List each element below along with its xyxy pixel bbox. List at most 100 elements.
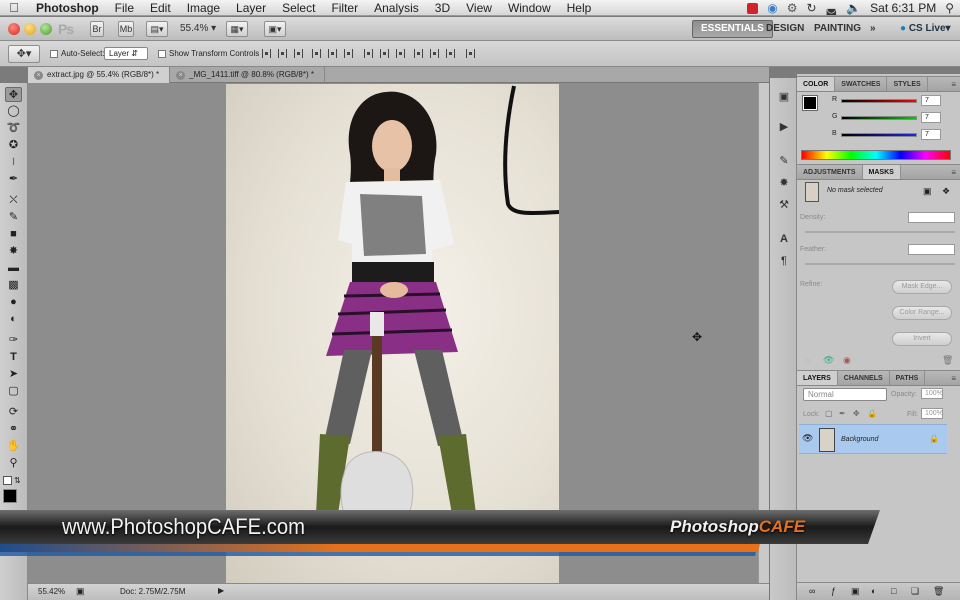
distribute-vcenter-icon[interactable] <box>380 49 389 58</box>
tab-channels[interactable]: CHANNELS <box>838 371 890 385</box>
menu-app-name[interactable]: Photoshop <box>28 1 107 15</box>
menu-edit[interactable]: Edit <box>142 1 179 15</box>
tab-styles[interactable]: STYLES <box>887 77 928 91</box>
distribute-hcenter-icon[interactable] <box>430 49 439 58</box>
menu-window[interactable]: Window <box>500 1 559 15</box>
fill-input[interactable]: 100% <box>921 408 943 419</box>
link-layers-icon[interactable]: ∞ <box>809 586 815 596</box>
panel-menu-icon[interactable]: ≡ <box>951 80 956 89</box>
tab-swatches[interactable]: SWATCHES <box>835 77 888 91</box>
align-bottom-icon[interactable] <box>294 49 303 58</box>
distribute-right-icon[interactable] <box>446 49 455 58</box>
channel-g-slider[interactable] <box>841 116 917 120</box>
lock-image-icon[interactable]: ✒ <box>839 409 846 418</box>
panel-menu-icon[interactable]: ≡ <box>951 374 956 383</box>
workspace-more[interactable]: » <box>862 20 884 38</box>
history-brush-tool-icon[interactable]: ✸ <box>5 244 22 259</box>
menu-view[interactable]: View <box>458 1 500 15</box>
mask-edge-button[interactable]: Mask Edge... <box>892 280 952 294</box>
view-extras-button[interactable]: ▤▾ <box>146 21 168 37</box>
clone-source-panel-icon[interactable]: ✸ <box>777 176 791 190</box>
align-right-icon[interactable] <box>344 49 353 58</box>
lock-all-icon[interactable]: 🔒 <box>867 409 877 418</box>
menu-layer[interactable]: Layer <box>228 1 274 15</box>
status-info-icon[interactable]: ▣ <box>76 586 85 597</box>
pen-tool-icon[interactable]: ✑ <box>5 333 22 348</box>
delete-layer-icon[interactable]: 🗑 <box>933 586 944 597</box>
auto-select-target-select[interactable]: Layer ⇵ <box>104 47 148 60</box>
apply-mask-icon[interactable]: ◉ <box>843 355 851 366</box>
density-slider[interactable] <box>805 231 955 233</box>
zoom-level-select[interactable]: 55.4% ▾ <box>180 23 216 34</box>
show-transform-checkbox[interactable]: Show Transform Controls <box>158 49 259 58</box>
quick-selection-tool-icon[interactable]: ✪ <box>5 138 22 153</box>
color-range-button[interactable]: Color Range... <box>892 306 952 320</box>
pixel-mask-icon[interactable]: ▣ <box>923 186 932 197</box>
zoom-window-button[interactable] <box>40 23 52 35</box>
layer-row-background[interactable]: 👁 Background 🔒 <box>799 424 947 454</box>
channel-b-input[interactable]: 7 <box>921 129 941 140</box>
workspace-painting[interactable]: PAINTING <box>806 20 869 38</box>
crop-tool-icon[interactable]: ⧘ <box>5 155 22 170</box>
tab-layers[interactable]: LAYERS <box>797 371 838 385</box>
3d-rotate-tool-icon[interactable]: ⟳ <box>5 405 22 420</box>
marquee-tool-icon[interactable]: ◯ <box>5 104 22 119</box>
clock[interactable]: Sat 6:31 PM <box>870 1 936 15</box>
type-tool-icon[interactable]: T <box>5 350 22 365</box>
history-panel-icon[interactable]: ▣ <box>777 90 791 104</box>
volume-icon[interactable]: 🔈 <box>846 1 861 15</box>
lasso-tool-icon[interactable]: ➰ <box>5 121 22 136</box>
new-group-icon[interactable]: □ <box>891 586 896 596</box>
actions-panel-icon[interactable]: ▶ <box>777 120 791 134</box>
character-panel-icon[interactable]: A <box>777 232 791 246</box>
menu-filter[interactable]: Filter <box>323 1 366 15</box>
panel-menu-icon[interactable]: ≡ <box>951 168 956 177</box>
rectangle-tool-icon[interactable]: ▢ <box>5 384 22 399</box>
close-tab-icon[interactable]: × <box>34 71 43 80</box>
channel-b-slider[interactable] <box>841 133 917 137</box>
eraser-tool-icon[interactable]: ▬ <box>5 261 22 276</box>
apple-icon[interactable]:  <box>0 0 28 15</box>
wifi-icon[interactable]: ◛ <box>826 1 838 15</box>
launch-mini-bridge-button[interactable]: Mb <box>118 21 134 37</box>
3d-orbit-tool-icon[interactable]: ⚭ <box>5 422 22 437</box>
opacity-input[interactable]: 100% <box>921 388 943 399</box>
arrange-documents-button[interactable]: ▦▾ <box>226 21 248 37</box>
launch-bridge-button[interactable]: Br <box>90 21 104 37</box>
minimize-window-button[interactable] <box>24 23 36 35</box>
eyedropper-tool-icon[interactable]: ✒ <box>5 172 22 187</box>
cs-live-button[interactable]: ● CS Live▾ <box>892 20 959 38</box>
close-tab-icon[interactable]: × <box>176 71 186 80</box>
healing-brush-tool-icon[interactable]: ⛌ <box>5 193 22 208</box>
menu-help[interactable]: Help <box>559 1 600 15</box>
menu-3d[interactable]: 3D <box>427 1 458 15</box>
menu-image[interactable]: Image <box>179 1 228 15</box>
brushes-panel-icon[interactable]: ✎ <box>777 154 791 168</box>
tool-presets-panel-icon[interactable]: ⚒ <box>777 198 791 212</box>
gear-icon[interactable]: ⚙ <box>787 1 798 15</box>
density-input[interactable] <box>908 212 955 223</box>
invert-button[interactable]: Invert <box>892 332 952 346</box>
align-left-icon[interactable] <box>312 49 321 58</box>
blend-mode-select[interactable]: Normal <box>803 388 887 401</box>
auto-align-layers-icon[interactable] <box>466 49 475 58</box>
channel-g-input[interactable]: 7 <box>921 112 941 123</box>
tab-mg-1411[interactable]: × _MG_1411.tiff @ 80.8% (RGB/8*) * <box>170 67 325 83</box>
lock-transparent-icon[interactable]: ▢ <box>825 409 833 418</box>
swap-colors-icon[interactable] <box>3 476 12 485</box>
layer-name[interactable]: Background <box>841 436 878 443</box>
paragraph-panel-icon[interactable]: ¶ <box>777 254 791 268</box>
delete-mask-icon[interactable]: 🗑 <box>942 355 953 366</box>
mask-visibility-icon[interactable]: 👁 <box>823 355 834 366</box>
tab-adjustments[interactable]: ADJUSTMENTS <box>797 165 863 179</box>
screen-mode-button[interactable]: ▣▾ <box>264 21 286 37</box>
clone-stamp-tool-icon[interactable]: ■ <box>5 227 22 242</box>
feather-input[interactable] <box>908 244 955 255</box>
default-colors-icon[interactable]: ⇅ <box>14 476 21 485</box>
blur-tool-icon[interactable]: ● <box>5 295 22 310</box>
tab-color[interactable]: COLOR <box>797 77 836 91</box>
workspace-design[interactable]: DESIGN <box>758 20 812 38</box>
color-foreground-swatch[interactable] <box>802 95 818 111</box>
dodge-tool-icon[interactable]: ◐ <box>5 312 22 327</box>
globe-icon[interactable]: ◉ <box>767 1 777 15</box>
